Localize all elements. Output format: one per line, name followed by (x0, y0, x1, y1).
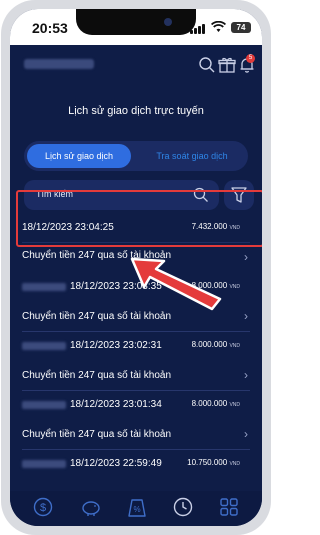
dollar-icon[interactable]: $ (32, 496, 54, 518)
page-title: Lịch sử giao dịch trực tuyến (68, 105, 204, 117)
transaction-description: Chuyển tiền 247 qua số tài khoản (22, 429, 171, 440)
notch (76, 9, 196, 35)
tab-transaction-inquiry[interactable]: Tra soát giao dịch (136, 141, 248, 171)
transaction-datetime: 18/12/2023 22:59:49 (70, 458, 162, 469)
notification-badge: 5 (246, 54, 255, 63)
piggy-bank-icon[interactable] (80, 496, 102, 518)
status-bar: 20:53 74 (10, 9, 262, 45)
grid-icon[interactable] (218, 496, 240, 518)
account-blurred (22, 401, 66, 409)
transaction-datetime: 18/12/2023 23:02:31 (70, 340, 162, 351)
account-blurred (22, 342, 66, 350)
transaction-description: Chuyển tiền 247 qua số tài khoản (22, 370, 171, 381)
percent-tag-icon[interactable]: % (126, 496, 148, 518)
transaction-row[interactable]: 18/12/2023 23:01:34 8.000.000 VND Chuyển… (10, 391, 262, 450)
transaction-row[interactable]: 18/12/2023 23:02:31 8.000.000 VND Chuyển… (10, 332, 262, 391)
gift-icon[interactable] (218, 56, 236, 74)
account-name-blurred (24, 59, 94, 69)
chevron-right-icon: › (244, 309, 248, 323)
wifi-icon (211, 21, 226, 32)
account-blurred (22, 460, 66, 468)
highlight-box (16, 190, 262, 247)
app-screen: 20:53 74 5 Lịch sử giao dịch trực tuyến … (10, 9, 262, 526)
battery-icon: 74 (231, 22, 251, 33)
tab-transaction-history[interactable]: Lịch sử giao dịch (27, 144, 131, 168)
status-time: 20:53 (32, 20, 68, 36)
svg-text:$: $ (40, 502, 46, 514)
chevron-right-icon: › (244, 250, 248, 264)
tab-bar: Lịch sử giao dịch Tra soát giao dịch (24, 141, 248, 171)
phone-frame: 20:53 74 5 Lịch sử giao dịch trực tuyến … (1, 0, 271, 535)
bottom-nav: $ % (10, 491, 262, 526)
signal-icon (190, 23, 206, 34)
chevron-right-icon: › (244, 427, 248, 441)
svg-text:%: % (133, 505, 140, 514)
transaction-amount: 10.750.000 VND (187, 458, 240, 467)
clock-icon[interactable] (172, 496, 194, 518)
account-blurred (22, 283, 66, 291)
pointer-arrow (130, 257, 222, 311)
search-icon[interactable] (198, 56, 216, 74)
chevron-right-icon: › (244, 368, 248, 382)
transaction-datetime: 18/12/2023 23:01:34 (70, 399, 162, 410)
transaction-amount: 8.000.000 VND (191, 340, 240, 349)
app-header: 5 (10, 45, 262, 89)
transaction-amount: 8.000.000 VND (191, 399, 240, 408)
camera-icon (164, 18, 172, 26)
transaction-description: Chuyển tiền 247 qua số tài khoản (22, 311, 171, 322)
